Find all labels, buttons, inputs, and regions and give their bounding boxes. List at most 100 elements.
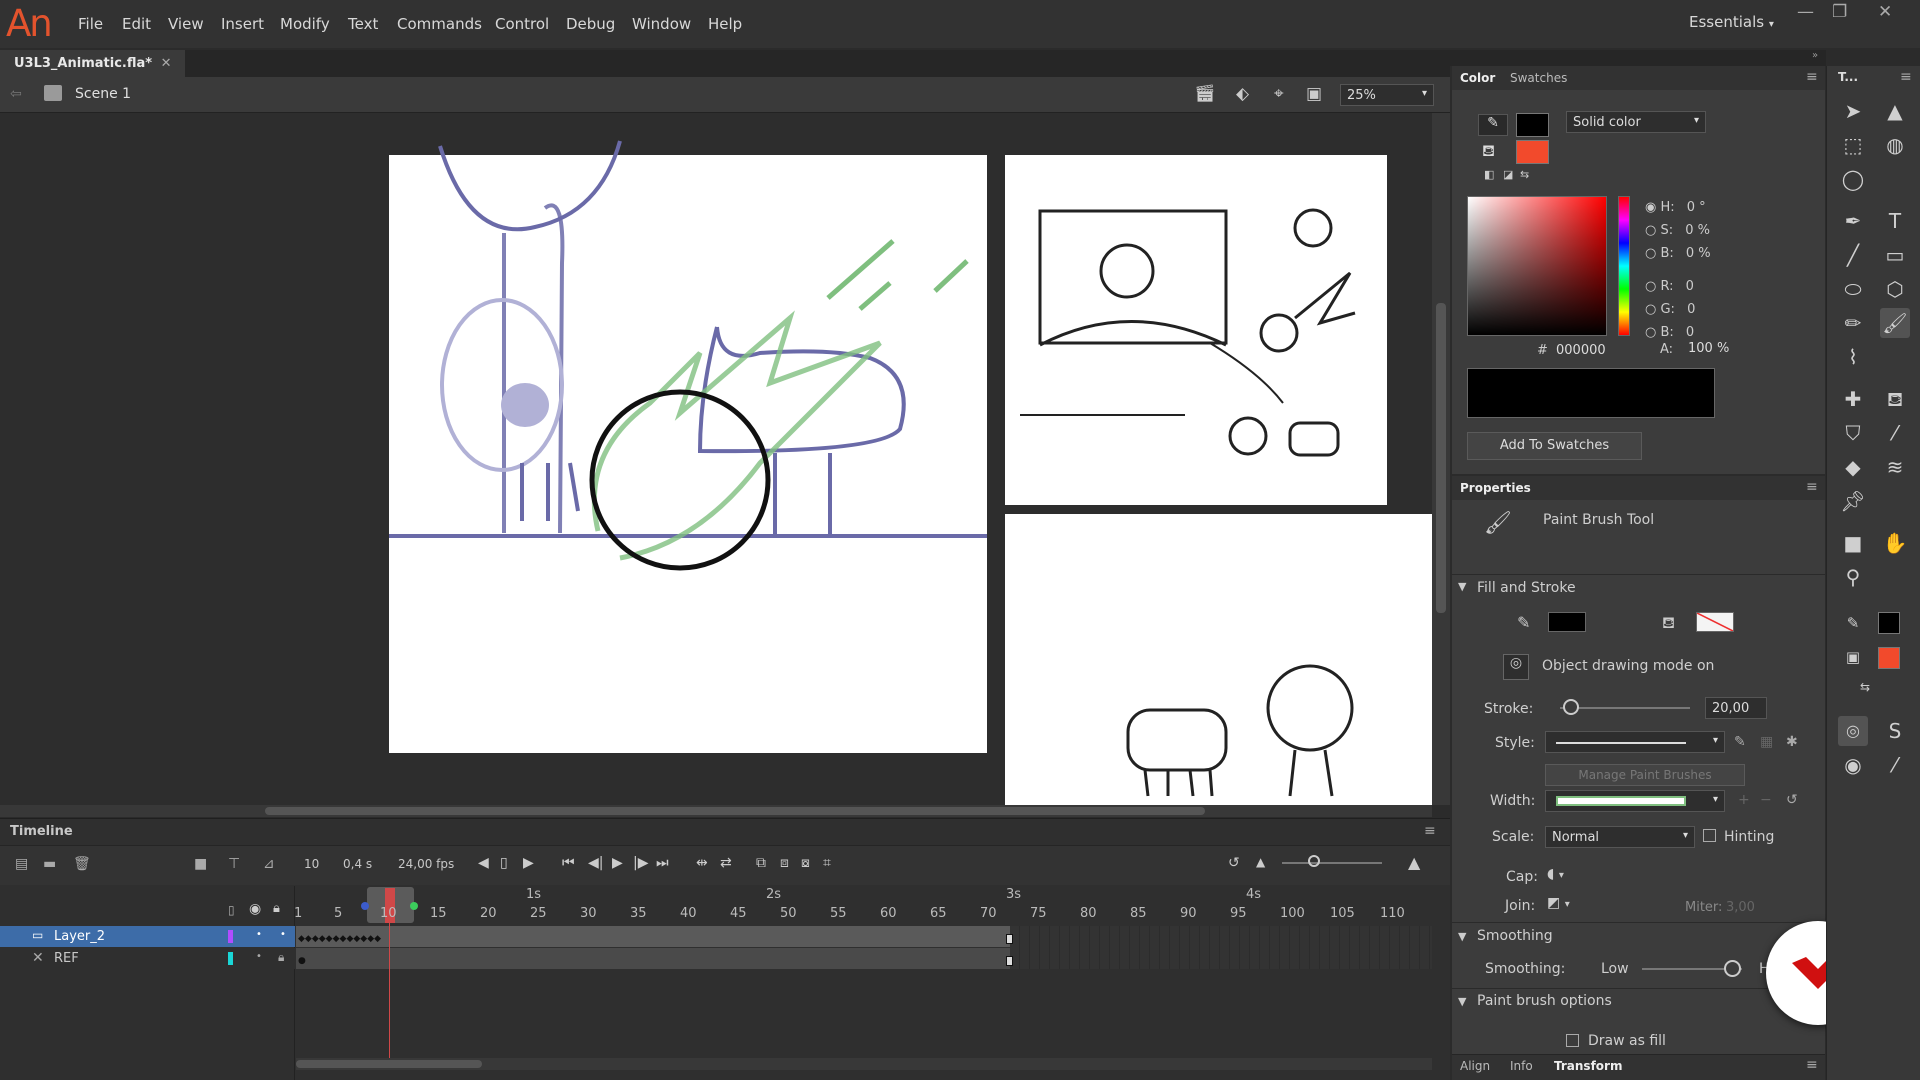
zoom-out-icon[interactable]: ▲ [1256, 855, 1265, 869]
swap-colors-icon[interactable]: ⇆ [1860, 680, 1870, 694]
layer-color-swatch[interactable] [228, 952, 233, 965]
tab-swatches[interactable]: Swatches [1510, 71, 1567, 85]
hand-tool-icon[interactable]: ✋ [1880, 528, 1910, 558]
zoom-in-icon[interactable]: ▲ [1408, 853, 1420, 872]
no-fill-swatch[interactable] [1696, 612, 1734, 632]
step-back-icon[interactable]: ◀︎| [588, 855, 603, 871]
menu-view[interactable]: View [168, 15, 204, 33]
manage-paint-brushes-button[interactable]: Manage Paint Brushes [1545, 764, 1745, 786]
straighten-icon[interactable]: ⁄ [1880, 750, 1910, 780]
brush-tool-icon[interactable]: ⌇ [1838, 342, 1868, 372]
menu-edit[interactable]: Edit [122, 15, 151, 33]
menu-help[interactable]: Help [708, 15, 742, 33]
new-layer-icon[interactable]: ▤ [15, 856, 28, 872]
brightness-row[interactable]: ○ B: 0 % [1645, 242, 1711, 265]
loop-icon[interactable]: ⇄ [720, 855, 732, 871]
back-arrow-icon[interactable]: ⇦ [10, 86, 22, 102]
lock-icon[interactable]: 🔒︎ [273, 901, 280, 916]
current-frame[interactable]: 10 [304, 857, 319, 871]
last-frame-icon[interactable]: ⏭ [656, 855, 669, 871]
camera-tool-icon[interactable]: ■ [1838, 528, 1868, 558]
snap-icon[interactable]: ⌖ [1274, 84, 1284, 104]
next-keyframe-icon[interactable]: ▶ [523, 855, 534, 871]
fill-type-select[interactable]: Solid color ▾ [1566, 111, 1706, 133]
keyframe[interactable]: ● [298, 956, 306, 966]
frames-area[interactable] [296, 886, 1432, 1080]
onion-outline-icon[interactable]: ⧈ [780, 855, 789, 871]
scroll-thumb[interactable] [265, 807, 1205, 815]
tab-info[interactable]: Info [1510, 1059, 1533, 1073]
slider-handle[interactable] [1308, 855, 1320, 867]
onion-start-marker[interactable] [361, 902, 369, 910]
frame-span[interactable] [296, 926, 1010, 947]
subselection-tool-icon[interactable]: ▲ [1880, 96, 1910, 126]
line-tool-icon[interactable]: ╱ [1838, 240, 1868, 270]
zoom-select[interactable]: 25% ▾ [1340, 84, 1434, 106]
swap-colors-icon[interactable]: ⇆ [1520, 168, 1529, 181]
tab-transform[interactable]: Transform [1554, 1059, 1622, 1073]
edit-symbols-icon[interactable]: ⬖ [1236, 84, 1249, 104]
polystar-tool-icon[interactable]: ⬡ [1880, 274, 1910, 304]
oval-tool-icon[interactable]: ⬭ [1838, 274, 1868, 304]
graph-icon[interactable]: ⊿ [263, 856, 275, 872]
menu-modify[interactable]: Modify [280, 15, 330, 33]
default-colors-icon[interactable]: ◧ [1484, 168, 1494, 181]
3d-rotation-icon[interactable]: ◍ [1880, 130, 1910, 160]
alpha-value[interactable]: 100 % [1688, 341, 1729, 356]
reset-width-icon[interactable]: ↺ [1786, 792, 1798, 808]
timeline-scrollbar[interactable] [296, 1058, 1432, 1070]
red-value[interactable]: 0 [1686, 279, 1694, 294]
layer-row-layer2[interactable] [0, 926, 295, 947]
frame-span[interactable] [296, 948, 1010, 969]
add-keyframe-icon[interactable]: ▯ [500, 855, 508, 871]
section-fill-stroke[interactable]: Fill and Stroke [1477, 580, 1576, 596]
green-value[interactable]: 0 [1687, 302, 1695, 317]
stroke-color-swatch[interactable] [1516, 113, 1549, 137]
hinting-checkbox[interactable] [1703, 829, 1716, 842]
snap-magnet-icon[interactable]: ◉ [1838, 750, 1868, 780]
paint-bucket-icon[interactable]: ⛾ [1880, 384, 1910, 414]
minimize-icon[interactable]: — [1797, 2, 1814, 22]
menu-commands[interactable]: Commands [397, 15, 482, 33]
end-frame[interactable] [1006, 934, 1013, 944]
color-field[interactable] [1467, 196, 1607, 336]
properties-title[interactable]: Properties [1460, 481, 1531, 495]
delete-icon[interactable]: 🗑︎ [73, 856, 91, 872]
frame-rate[interactable]: 24,00 fps [398, 857, 454, 871]
stage-area[interactable] [0, 113, 1432, 805]
brush-settings-icon[interactable]: ✱ [1786, 734, 1798, 750]
fill-color-swatch[interactable] [1878, 647, 1900, 669]
collapse-icon[interactable]: » [1812, 50, 1818, 61]
menu-window[interactable]: Window [632, 15, 691, 33]
style-select[interactable]: ▾ [1545, 731, 1725, 753]
blue-value[interactable]: 0 [1686, 325, 1694, 340]
menu-file[interactable]: File [78, 15, 103, 33]
elapsed-time[interactable]: 0,4 s [343, 857, 372, 871]
panel-menu-icon[interactable]: ≡ [1424, 823, 1436, 839]
hue-row[interactable]: ◉ H: 0 ° [1645, 196, 1711, 219]
camera-icon[interactable]: ■ [194, 856, 207, 872]
step-forward-icon[interactable]: |▶︎ [633, 855, 648, 871]
collapse-triangle-icon[interactable]: ▼ [1458, 580, 1466, 593]
timeline-zoom-slider[interactable] [1282, 862, 1382, 864]
restore-icon[interactable]: ❐ [1832, 2, 1847, 22]
close-tab-icon[interactable]: ✕ [161, 56, 172, 71]
onion-end-marker[interactable] [410, 902, 418, 910]
visibility-dot[interactable]: • [256, 951, 262, 962]
brightness-value[interactable]: 0 % [1686, 246, 1711, 261]
hue-slider[interactable] [1618, 196, 1630, 336]
pencil-tool-icon[interactable]: ✏ [1838, 308, 1868, 338]
first-frame-icon[interactable]: ⏮ [562, 855, 575, 871]
paint-brush-tool-icon[interactable]: 🖌︎ [1880, 308, 1910, 338]
no-color-icon[interactable]: ◪ [1503, 168, 1513, 181]
clip-stage-icon[interactable]: ▣ [1306, 84, 1322, 104]
saturation-value[interactable]: 0 % [1685, 223, 1710, 238]
menu-insert[interactable]: Insert [221, 15, 264, 33]
section-smoothing[interactable]: Smoothing [1477, 928, 1553, 944]
panel-menu-icon[interactable]: ≡ [1806, 69, 1818, 85]
rectangle-tool-icon[interactable]: ▭ [1880, 240, 1910, 270]
edit-scene-icon[interactable]: 🎬︎ [1194, 84, 1216, 104]
fill-color-swatch[interactable] [1516, 140, 1549, 164]
red-row[interactable]: ○ R: 0 [1645, 275, 1711, 298]
section-brush-options[interactable]: Paint brush options [1477, 993, 1612, 1009]
